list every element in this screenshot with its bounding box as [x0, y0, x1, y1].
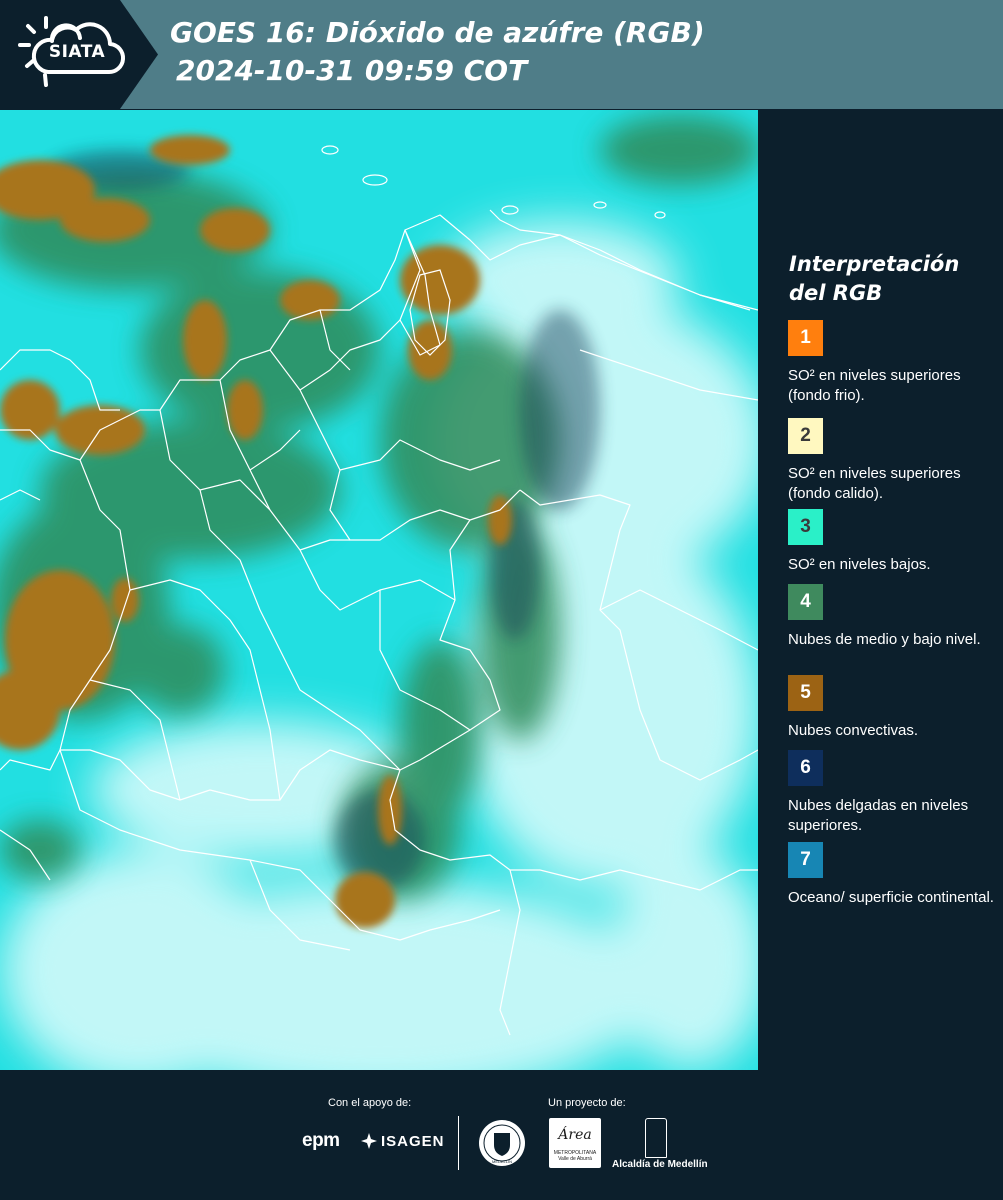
epm-logo[interactable]: epm: [302, 1130, 340, 1152]
area-metropolitana-logo[interactable]: Área METROPOLITANA Valle de Aburrá: [549, 1118, 601, 1168]
legend-swatch: 5: [788, 675, 823, 711]
legend-item-3: 3 SO² en niveles bajos.: [788, 509, 998, 575]
title-product: GOES 16: Dióxido de azúfre (RGB): [170, 16, 705, 49]
legend-label: SO² en niveles bajos.: [788, 556, 931, 573]
medellin-seal-icon[interactable]: MEDELLIN: [477, 1118, 527, 1168]
legend-item-2: 2 SO² en niveles superiores (fondo calid…: [788, 418, 998, 502]
rgb-composite-image: [0, 110, 758, 1070]
isagen-logo[interactable]: ISAGEN: [360, 1132, 445, 1150]
legend-item-1: 1 SO² en niveles superiores (fondo frio)…: [788, 320, 998, 406]
footer-divider: [458, 1116, 459, 1170]
legend-item-5: 5 Nubes convectivas.: [788, 675, 998, 741]
legend-label: SO² en niveles superiores (fondo frio).: [788, 367, 961, 404]
siata-logo[interactable]: SIATA: [0, 0, 158, 109]
area-sub-line2: Valle de Aburrá: [558, 1156, 592, 1162]
alcaldia-emblem-icon[interactable]: [645, 1118, 667, 1158]
legend-label: Nubes convectivas.: [788, 722, 919, 739]
area-name: Área: [558, 1127, 592, 1143]
isagen-text: ISAGEN: [381, 1132, 445, 1150]
legend-swatch: 4: [788, 584, 823, 620]
legend-item-6: 6 Nubes delgadas en niveles superiores.: [788, 750, 998, 836]
legend-swatch: 1: [788, 320, 823, 356]
legend-label: Oceano/ superficie continental.: [788, 889, 994, 906]
legend-label: Nubes de medio y bajo nivel.: [788, 631, 981, 648]
legend-swatch: 3: [788, 509, 823, 545]
isagen-star-icon: [361, 1133, 377, 1149]
support-label: Con el apoyo de:: [328, 1097, 412, 1109]
legend-item-7: 7 Oceano/ superficie continental.: [788, 842, 998, 908]
logo-text: SIATA: [48, 42, 106, 62]
alcaldia-label[interactable]: Alcaldía de Medellín: [612, 1159, 708, 1170]
satellite-map[interactable]: [0, 110, 758, 1070]
legend-panel: Interpretación del RGB 1 SO² en niveles …: [760, 110, 1003, 1070]
footer-sponsors: Con el apoyo de: Un proyecto de: epm ISA…: [0, 1070, 1003, 1200]
project-label: Un proyecto de:: [548, 1097, 626, 1109]
page-title: GOES 16: Dióxido de azúfre (RGB) 2024-10…: [170, 14, 705, 90]
header-bar: SIATA GOES 16: Dióxido de azúfre (RGB) 2…: [0, 0, 1003, 109]
legend-item-4: 4 Nubes de medio y bajo nivel.: [788, 584, 998, 650]
legend-title: Interpretación del RGB: [789, 252, 960, 305]
area-subtitle: METROPOLITANA Valle de Aburrá: [550, 1150, 600, 1162]
seal-text: MEDELLIN: [492, 1159, 512, 1164]
legend-swatch: 2: [788, 418, 823, 454]
legend-label: SO² en niveles superiores (fondo calido)…: [788, 465, 961, 502]
legend-swatch: 6: [788, 750, 823, 786]
legend-label: Nubes delgadas en niveles superiores.: [788, 797, 969, 834]
legend-swatch: 7: [788, 842, 823, 878]
title-datetime: 2024-10-31 09:59 COT: [176, 54, 528, 87]
